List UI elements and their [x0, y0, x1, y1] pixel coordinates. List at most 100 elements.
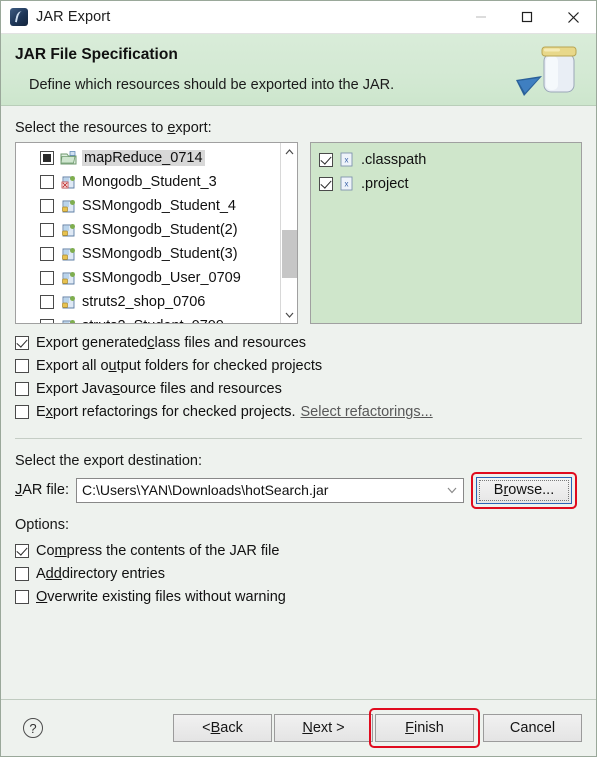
tree-scrollbar[interactable]	[280, 143, 297, 323]
tree-checkbox[interactable]	[40, 271, 54, 285]
next-button[interactable]: Next >	[274, 714, 373, 742]
browse-button[interactable]: Br owse...	[476, 476, 572, 504]
option-checkbox[interactable]	[15, 543, 29, 558]
tree-checkbox[interactable]	[40, 247, 54, 261]
option-checkbox[interactable]	[15, 358, 29, 373]
eclipse-icon	[10, 8, 28, 26]
open-folder-icon	[60, 150, 77, 166]
mnemonic: B	[210, 720, 221, 736]
java-project-error-icon	[60, 174, 77, 190]
table-row[interactable]: struts2_Student_0709	[16, 314, 280, 323]
file-checkbox[interactable]	[319, 177, 333, 191]
mnemonic: m	[54, 542, 67, 559]
java-project-icon	[60, 270, 77, 286]
back-button[interactable]: < Back	[173, 714, 272, 742]
options-group: Co m press the contents of the JAR file Ad…	[15, 539, 582, 608]
chevron-down-icon[interactable]	[441, 479, 463, 502]
list-item[interactable]: x .classpath	[315, 148, 577, 172]
scrollbar-thumb[interactable]	[281, 230, 297, 279]
window-controls	[458, 1, 596, 34]
tree-item-label: SSMongodb_User_0709	[82, 270, 241, 286]
tree-item-label: struts2_Student_0709	[82, 318, 224, 323]
footer-buttons: < Back Next > Finish Cancel	[171, 708, 582, 748]
jar-file-row: JAR file: C:\Users\YAN\Downloads\hotSear…	[15, 471, 582, 509]
help-icon[interactable]: ?	[23, 718, 43, 738]
select-refactorings-link[interactable]: Select refactorings...	[301, 404, 433, 420]
table-row[interactable]: SSMongodb_User_0709	[16, 266, 280, 290]
cancel-button[interactable]: Cancel	[483, 714, 582, 742]
jar-file-label: JAR file:	[15, 482, 69, 498]
option-overwrite-existing-files[interactable]: Overwrite existing files without warning	[15, 585, 582, 608]
file-list-pane[interactable]: x .classpath x .project	[310, 142, 582, 324]
browse-button-focus-ring: Br owse...	[479, 479, 569, 501]
chevron-down-icon[interactable]	[281, 306, 298, 323]
project-tree[interactable]: mapReduce_0714 Mongodb_Student_3 SSMongo…	[16, 143, 280, 323]
table-row[interactable]: struts2_shop_0706	[16, 290, 280, 314]
scrollbar-track[interactable]	[281, 160, 298, 306]
tree-checkbox[interactable]	[40, 223, 54, 237]
option-export-all-output-folders[interactable]: Export all o u tput folders for checked pr…	[15, 354, 582, 377]
option-checkbox[interactable]	[15, 566, 29, 581]
option-checkbox[interactable]	[15, 381, 29, 396]
options-label: Options:	[15, 517, 69, 533]
table-row[interactable]: SSMongodb_Student(2)	[16, 218, 280, 242]
option-checkbox[interactable]	[15, 335, 29, 350]
mnemonic: O	[36, 588, 48, 605]
java-project-icon	[60, 222, 77, 238]
tree-item-label: mapReduce_0714	[82, 150, 205, 166]
tree-checkbox[interactable]	[40, 199, 54, 213]
option-export-java-source-files[interactable]: Export Java s ource files and resources	[15, 377, 582, 400]
close-icon[interactable]	[550, 1, 596, 34]
jar-file-input[interactable]: C:\Users\YAN\Downloads\hotSearch.jar	[82, 482, 441, 498]
java-project-icon	[60, 246, 77, 262]
java-project-icon	[60, 294, 77, 310]
finish-button[interactable]: Finish	[375, 714, 474, 742]
tree-checkbox[interactable]	[40, 319, 54, 323]
table-row[interactable]: Mongodb_Student_3	[16, 170, 280, 194]
page-title: JAR File Specification	[15, 46, 178, 63]
option-checkbox[interactable]	[15, 404, 29, 419]
xml-file-icon: x	[339, 176, 356, 192]
resources-label: Select the resources to export:	[15, 120, 212, 136]
svg-text:x: x	[345, 156, 349, 165]
mnemonic: F	[405, 720, 415, 736]
java-project-icon	[60, 198, 77, 214]
mnemonic: dd	[45, 565, 62, 582]
table-row[interactable]: mapReduce_0714	[16, 146, 280, 170]
mnemonic: N	[302, 720, 313, 736]
tree-item-label: SSMongodb_Student(3)	[82, 246, 238, 262]
separator	[15, 438, 582, 439]
java-project-icon	[60, 318, 77, 323]
option-export-generated-class-files[interactable]: Export generated c lass files and resourc…	[15, 331, 582, 354]
jar-file-combo[interactable]: C:\Users\YAN\Downloads\hotSearch.jar	[76, 477, 464, 503]
option-add-directory-entries[interactable]: Add directory entries	[15, 562, 582, 585]
dialog-body: Select the resources to export: mapReduc…	[1, 120, 596, 714]
minimize-icon[interactable]	[458, 1, 504, 34]
file-label: .project	[361, 176, 409, 192]
dialog-footer: ? < Back Next > Finish Cancel	[1, 699, 596, 756]
option-checkbox[interactable]	[15, 589, 29, 604]
table-row[interactable]: SSMongodb_Student(3)	[16, 242, 280, 266]
tree-item-label: SSMongodb_Student(2)	[82, 222, 238, 238]
destination-label: Select the export destination:	[15, 453, 203, 469]
mnemonic: s	[112, 380, 120, 397]
chevron-up-icon[interactable]	[281, 143, 298, 160]
title-bar: JAR Export	[1, 1, 596, 34]
maximize-icon[interactable]	[504, 1, 550, 34]
tree-checkbox[interactable]	[40, 295, 54, 309]
file-checkbox[interactable]	[319, 153, 333, 167]
project-tree-pane[interactable]: mapReduce_0714 Mongodb_Student_3 SSMongo…	[15, 142, 298, 324]
resource-panes: mapReduce_0714 Mongodb_Student_3 SSMongo…	[15, 142, 582, 324]
table-row[interactable]: SSMongodb_Student_4	[16, 194, 280, 218]
page-header: JAR File Specification Define which reso…	[1, 34, 596, 106]
jar-export-icon	[516, 46, 577, 96]
option-compress-contents[interactable]: Co m press the contents of the JAR file	[15, 539, 582, 562]
option-export-refactorings[interactable]: Ex port refactorings for checked projects…	[15, 400, 582, 423]
finish-button-wrapper: Finish	[369, 708, 480, 748]
page-description: Define which resources should be exporte…	[29, 77, 395, 93]
svg-text:x: x	[345, 180, 349, 189]
tree-checkbox[interactable]	[40, 175, 54, 189]
tree-checkbox[interactable]	[40, 151, 54, 165]
list-item[interactable]: x .project	[315, 172, 577, 196]
mnemonic: c	[147, 334, 155, 351]
